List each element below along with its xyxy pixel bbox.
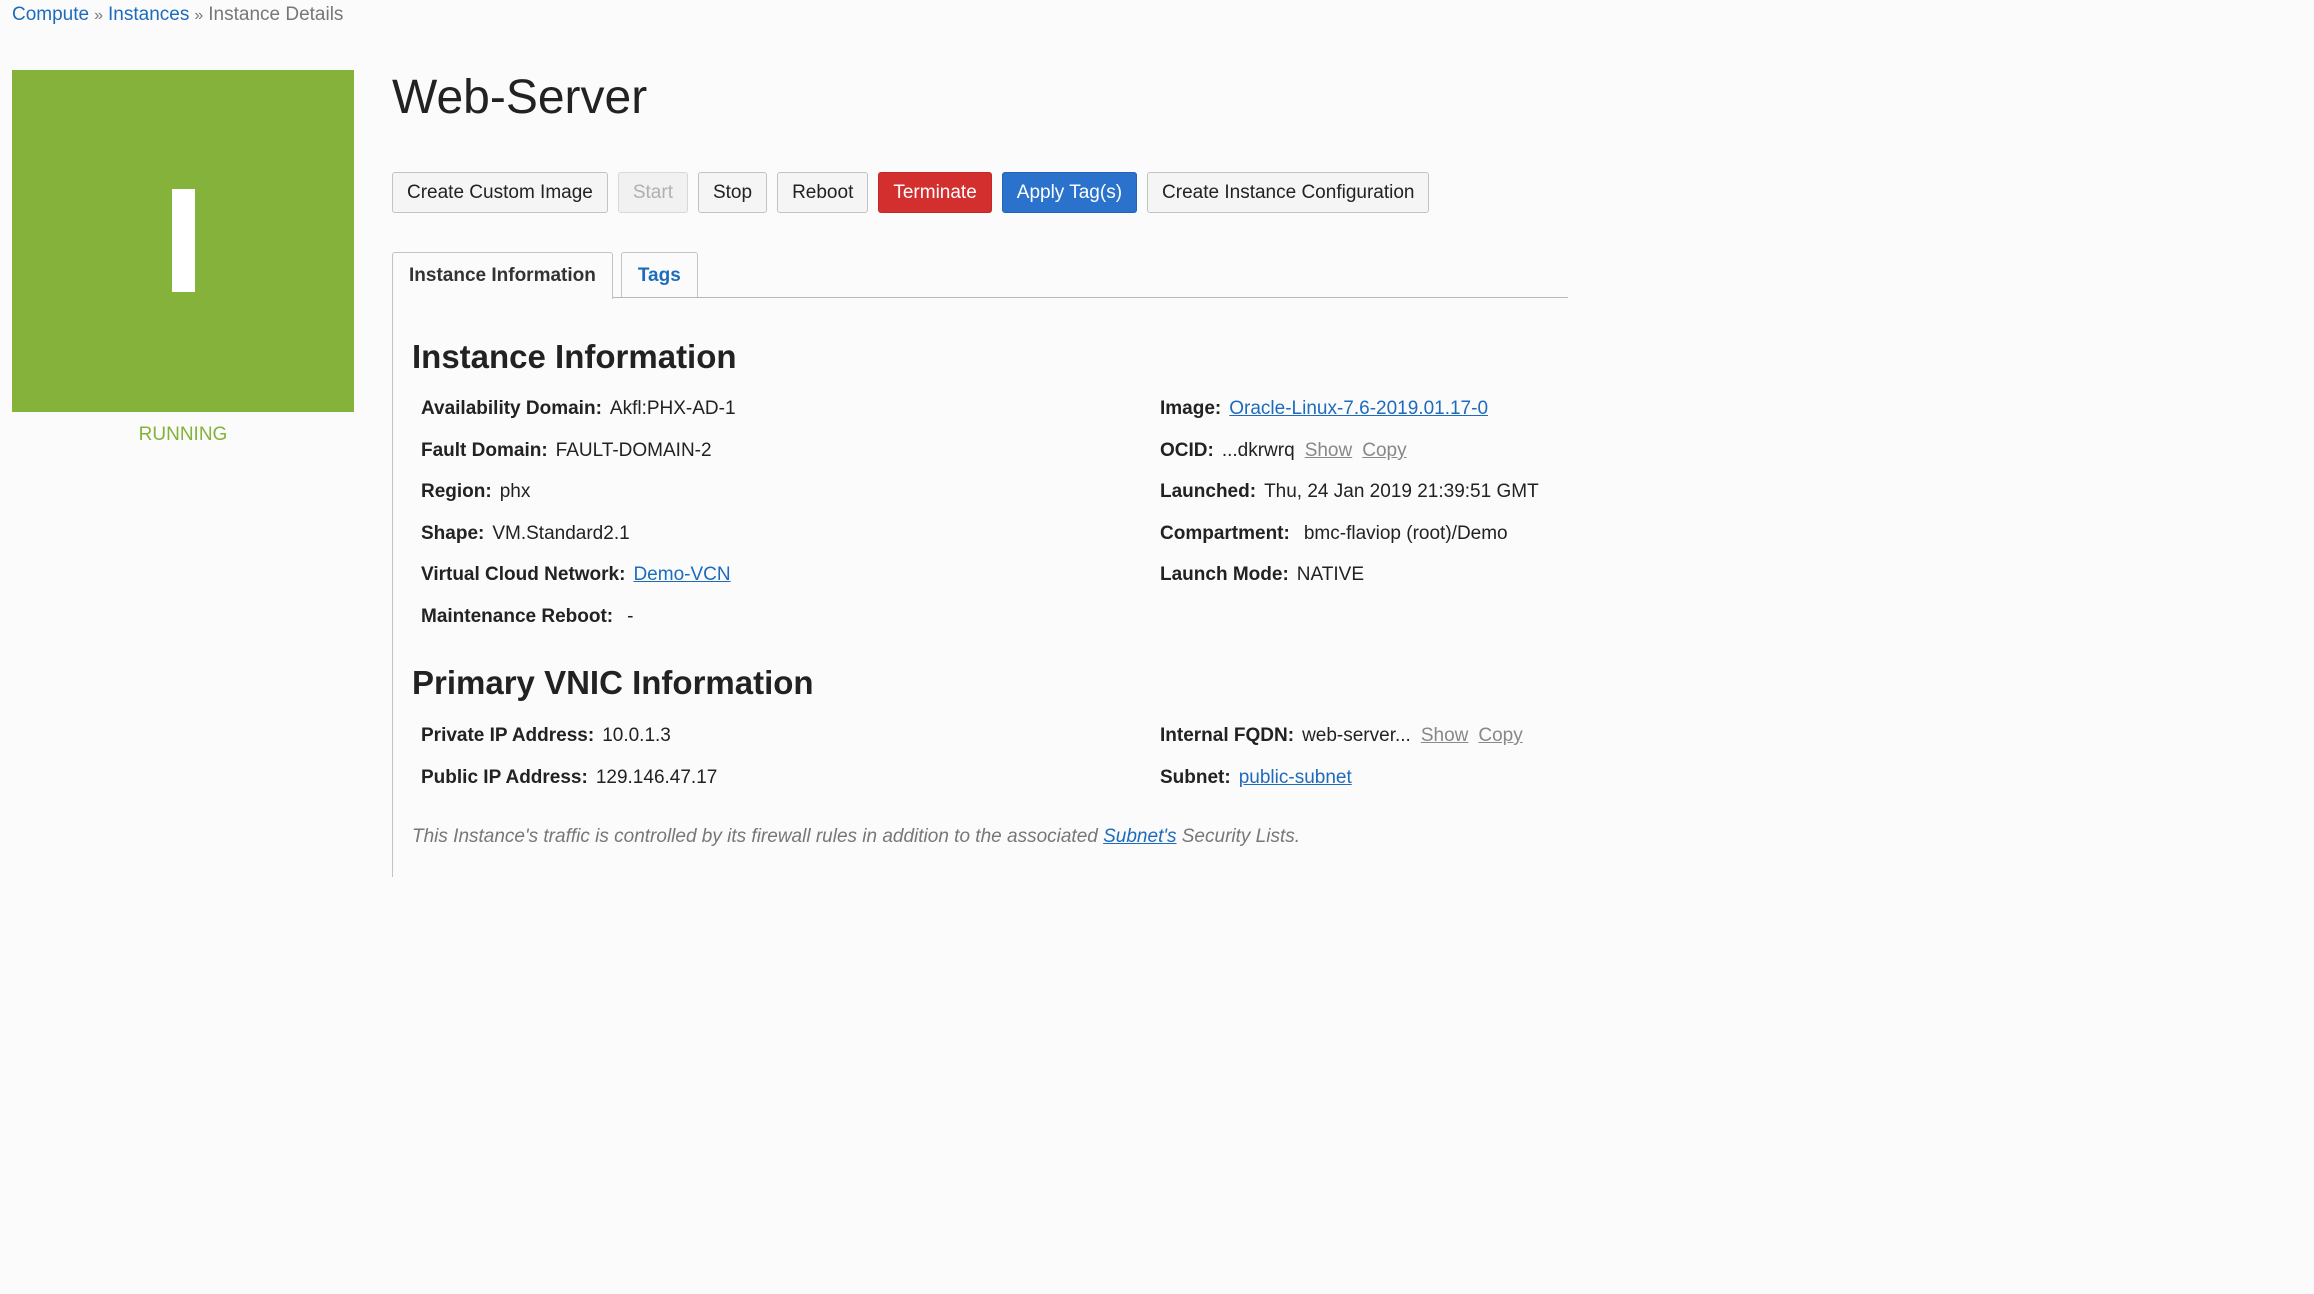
ocid-label: OCID:: [1160, 440, 1214, 461]
compartment-row: Compartment: bmc-flaviop (root)/Demo: [1160, 523, 1508, 545]
compartment-value: bmc-flaviop (root)/Demo: [1303, 523, 1508, 544]
fqdn-copy-link[interactable]: Copy: [1478, 725, 1522, 746]
vcn-row: Virtual Cloud Network: Demo-VCN: [421, 564, 731, 586]
breadcrumb-separator: »: [194, 7, 204, 24]
subnet-link[interactable]: public-subnet: [1239, 767, 1352, 788]
action-toolbar: Create Custom Image Start Stop Reboot Te…: [392, 172, 1430, 213]
firewall-footnote: This Instance's traffic is controlled by…: [412, 826, 1300, 848]
launch-mode-value: NATIVE: [1296, 564, 1364, 585]
region-value: phx: [499, 481, 531, 502]
create-custom-image-button[interactable]: Create Custom Image: [392, 172, 608, 213]
internal-fqdn-value: web-server...: [1302, 725, 1411, 746]
internal-fqdn-label: Internal FQDN:: [1160, 725, 1295, 746]
subnet-label: Subnet:: [1160, 767, 1231, 788]
availability-domain-value: Akfl:PHX-AD-1: [609, 398, 736, 419]
private-ip-row: Private IP Address: 10.0.1.3: [421, 725, 671, 747]
launched-row: Launched: Thu, 24 Jan 2019 21:39:51 GMT: [1160, 481, 1539, 503]
breadcrumb-current: Instance Details: [208, 4, 344, 25]
start-button[interactable]: Start: [617, 172, 688, 213]
apply-tags-button[interactable]: Apply Tag(s): [1001, 172, 1138, 213]
ocid-show-link[interactable]: Show: [1305, 440, 1353, 461]
maintenance-reboot-label: Maintenance Reboot:: [421, 606, 614, 627]
region-row: Region: phx: [421, 481, 530, 503]
availability-domain-label: Availability Domain:: [421, 398, 602, 419]
fault-domain-value: FAULT-DOMAIN-2: [555, 440, 712, 461]
fault-domain-row: Fault Domain: FAULT-DOMAIN-2: [421, 440, 712, 462]
internal-fqdn-row: Internal FQDN: web-server... Show Copy: [1160, 725, 1523, 747]
availability-domain-row: Availability Domain: Akfl:PHX-AD-1: [421, 398, 736, 420]
footnote-subnet-link[interactable]: Subnet's: [1103, 826, 1176, 847]
create-instance-configuration-button[interactable]: Create Instance Configuration: [1147, 172, 1430, 213]
instance-letter-icon: [172, 189, 195, 292]
maintenance-reboot-row: Maintenance Reboot: -: [421, 606, 633, 628]
ocid-row: OCID: ...dkrwrq Show Copy: [1160, 440, 1407, 462]
footnote-text-before: This Instance's traffic is controlled by…: [412, 826, 1104, 847]
panel-border: [392, 297, 393, 877]
terminate-button[interactable]: Terminate: [878, 172, 992, 213]
breadcrumb-instances-link[interactable]: Instances: [108, 4, 189, 25]
public-ip-value: 129.146.47.17: [595, 767, 718, 788]
instance-status-tile: I: [12, 70, 354, 412]
breadcrumb: Compute» Instances» Instance Details: [12, 4, 343, 26]
tab-tags[interactable]: Tags: [620, 252, 698, 298]
ocid-copy-link[interactable]: Copy: [1362, 440, 1406, 461]
breadcrumb-compute-link[interactable]: Compute: [12, 4, 89, 25]
tab-bar: Instance Information Tags: [392, 252, 698, 299]
tab-instance-information[interactable]: Instance Information: [392, 252, 613, 299]
launched-value: Thu, 24 Jan 2019 21:39:51 GMT: [1264, 481, 1539, 502]
image-label: Image:: [1160, 398, 1222, 419]
page-title: Web-Server: [392, 71, 648, 124]
public-ip-row: Public IP Address: 129.146.47.17: [421, 767, 717, 789]
launch-mode-label: Launch Mode:: [1160, 564, 1289, 585]
stop-button[interactable]: Stop: [697, 172, 768, 213]
instance-information-heading: Instance Information: [412, 338, 737, 375]
reboot-button[interactable]: Reboot: [777, 172, 869, 213]
vcn-link[interactable]: Demo-VCN: [633, 564, 730, 585]
status-running-label: RUNNING: [138, 424, 228, 445]
shape-row: Shape: VM.Standard2.1: [421, 523, 630, 545]
compartment-label: Compartment:: [1160, 523, 1290, 544]
launch-mode-row: Launch Mode: NATIVE: [1160, 564, 1364, 586]
vnic-information-heading: Primary VNIC Information: [412, 664, 814, 701]
vcn-label: Virtual Cloud Network:: [421, 564, 626, 585]
private-ip-value: 10.0.1.3: [602, 725, 671, 746]
ocid-value: ...dkrwrq: [1221, 440, 1295, 461]
fault-domain-label: Fault Domain:: [421, 440, 548, 461]
image-link[interactable]: Oracle-Linux-7.6-2019.01.17-0: [1229, 398, 1488, 419]
launched-label: Launched:: [1160, 481, 1257, 502]
fqdn-show-link[interactable]: Show: [1421, 725, 1469, 746]
image-row: Image: Oracle-Linux-7.6-2019.01.17-0: [1160, 398, 1488, 420]
footnote-text-after: Security Lists.: [1176, 826, 1301, 847]
shape-value: VM.Standard2.1: [492, 523, 630, 544]
region-label: Region:: [421, 481, 492, 502]
breadcrumb-separator: »: [94, 7, 104, 24]
shape-label: Shape:: [421, 523, 485, 544]
maintenance-reboot-value: -: [627, 606, 634, 627]
subnet-row: Subnet: public-subnet: [1160, 767, 1352, 789]
private-ip-label: Private IP Address:: [421, 725, 595, 746]
public-ip-label: Public IP Address:: [421, 767, 588, 788]
